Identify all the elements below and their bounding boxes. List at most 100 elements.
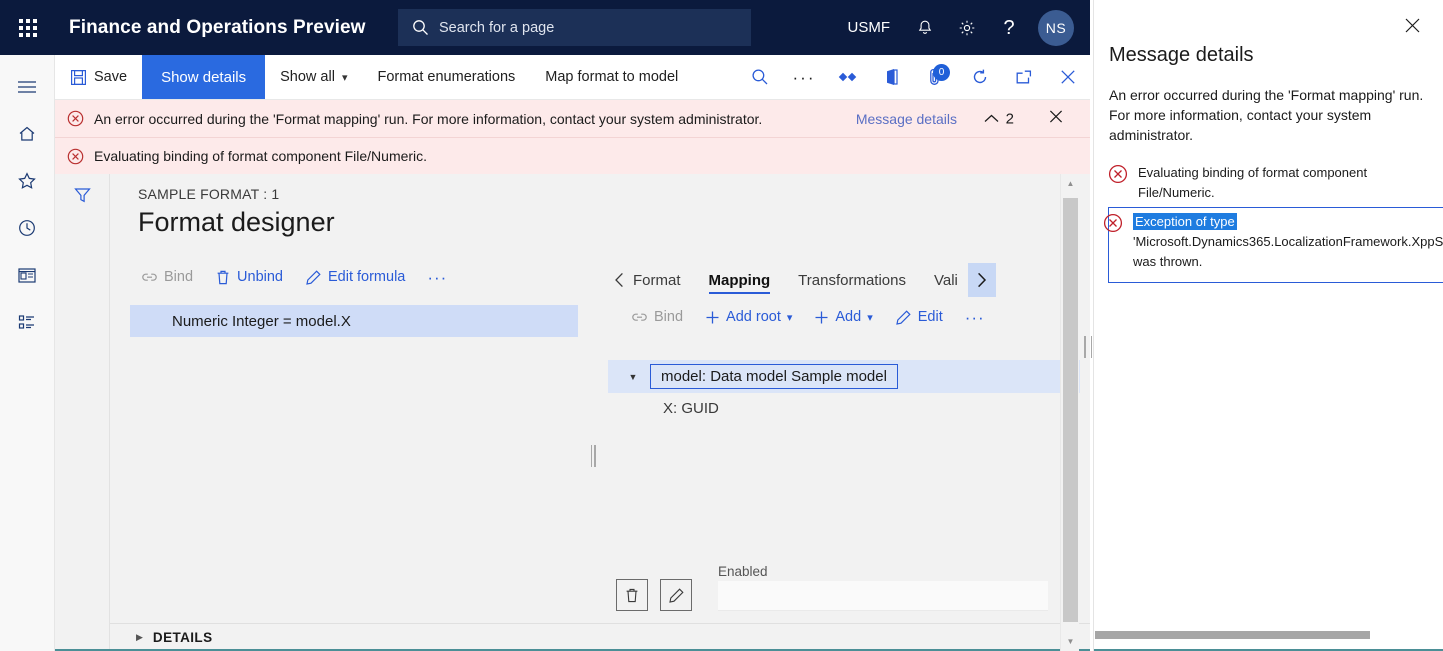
enabled-input[interactable] <box>718 581 1048 611</box>
tree-row-root[interactable]: ▼ model: Data model Sample model <box>608 360 1080 393</box>
format-enumerations-button[interactable]: Format enumerations <box>362 55 530 99</box>
tab-back-format[interactable]: Format <box>608 260 695 300</box>
message-details-close-button[interactable] <box>1399 12 1425 38</box>
home-icon[interactable] <box>0 110 55 157</box>
message-row: An error occurred during the 'Format map… <box>55 100 1090 137</box>
show-all-label: Show all <box>280 69 335 85</box>
open-in-new-window-icon[interactable] <box>1002 55 1046 99</box>
save-disk-icon <box>70 69 87 86</box>
message-details-panel: Message details An error occurred during… <box>1093 0 1443 651</box>
mapping-command-bar: Bind Add root ▾ <box>598 300 1090 334</box>
scroll-down-arrow-icon[interactable]: ▼ <box>1061 632 1080 651</box>
message-details-summary: An error occurred during the 'Format map… <box>1094 67 1443 145</box>
unbind-label: Unbind <box>237 269 283 285</box>
bell-icon[interactable] <box>904 0 946 55</box>
unbind-button[interactable]: Unbind <box>204 269 294 286</box>
tree-root-label[interactable]: model: Data model Sample model <box>650 364 898 389</box>
save-button[interactable]: Save <box>55 55 142 99</box>
overflow-ellipsis-icon[interactable]: ··· <box>782 55 826 99</box>
attachments-icon[interactable]: 0 <box>914 55 958 99</box>
mapping-edit-label: Edit <box>918 309 943 325</box>
waffle-icon[interactable] <box>0 0 55 55</box>
mapping-bottom-tools: Enabled <box>616 564 1048 611</box>
scroll-up-arrow-icon[interactable]: ▲ <box>1061 174 1080 193</box>
details-label: DETAILS <box>153 630 213 645</box>
add-root-label: Add root <box>726 309 781 325</box>
close-icon <box>1048 108 1064 124</box>
page-splitter-grip[interactable] <box>1084 336 1092 358</box>
close-icon <box>1403 16 1422 35</box>
expand-collapse-triangle-icon[interactable]: ▼ <box>616 372 650 382</box>
modules-list-icon[interactable] <box>0 298 55 345</box>
error-circle-icon <box>67 148 84 165</box>
scrollbar-thumb[interactable] <box>1063 198 1078 622</box>
message-text: Evaluating binding of format component F… <box>94 148 427 164</box>
tree-row-child[interactable]: X: GUID <box>608 393 1080 423</box>
mapping-overflow-button[interactable]: ··· <box>954 309 996 326</box>
chevron-down-icon: ▾ <box>867 311 873 324</box>
search-icon[interactable] <box>738 55 782 99</box>
edit-button[interactable] <box>660 579 692 611</box>
help-icon[interactable]: ? <box>988 0 1030 55</box>
delete-button[interactable] <box>616 579 648 611</box>
refresh-icon[interactable] <box>958 55 1002 99</box>
mapping-edit-button[interactable]: Edit <box>884 309 954 326</box>
format-pane-command-bar: Bind Unbind Edit formula <box>110 260 588 294</box>
format-formula-row[interactable]: Numeric Integer = model.X <box>130 305 578 337</box>
tab-validations[interactable]: Vali <box>920 260 966 300</box>
message-detail-text: Evaluating binding of format component F… <box>1138 163 1443 203</box>
recent-clock-icon[interactable] <box>0 204 55 251</box>
add-button[interactable]: Add ▾ <box>803 309 883 325</box>
add-root-button[interactable]: Add root ▾ <box>694 309 803 325</box>
page-content: SAMPLE FORMAT : 1 Format designer Bind <box>55 174 1090 651</box>
message-detail-item-selected[interactable]: Exception of type 'Microsoft.Dynamics365… <box>1108 207 1443 283</box>
open-in-office-icon[interactable] <box>870 55 914 99</box>
edit-formula-button[interactable]: Edit formula <box>294 269 416 286</box>
message-details-list: Evaluating binding of format component F… <box>1108 159 1443 283</box>
bind-label: Bind <box>164 269 193 285</box>
plus-icon <box>814 310 829 325</box>
pane-splitter[interactable] <box>588 260 598 651</box>
details-section-header[interactable]: ▶ DETAILS <box>110 623 1090 651</box>
message-count-toggle[interactable]: 2 <box>984 110 1014 127</box>
tab-mapping[interactable]: Mapping <box>695 260 785 300</box>
expand-triangle-icon[interactable]: ▶ <box>136 632 143 643</box>
message-details-horizontal-scrollbar[interactable] <box>1094 631 1443 639</box>
office-share-icon[interactable] <box>826 55 870 99</box>
top-nav-right-group: USMF ? NS <box>834 0 1091 55</box>
message-details-link[interactable]: Message details <box>856 111 957 127</box>
plus-icon <box>705 310 720 325</box>
mapping-bind-label: Bind <box>654 309 683 325</box>
selected-text-highlight: Exception of type <box>1133 213 1237 230</box>
breadcrumb: SAMPLE FORMAT : 1 <box>110 174 1090 202</box>
message-detail-exception-text: Exception of type 'Microsoft.Dynamics365… <box>1133 212 1443 272</box>
filter-icon[interactable] <box>73 186 92 651</box>
delete-trash-icon <box>624 587 640 604</box>
format-overflow-button[interactable]: ··· <box>416 269 458 286</box>
left-navigation-rail <box>0 55 55 651</box>
message-bar: An error occurred during the 'Format map… <box>55 100 1090 174</box>
show-all-button[interactable]: Show all ▾ <box>265 55 362 99</box>
page-vertical-scrollbar[interactable]: ▲ ▼ <box>1060 174 1079 651</box>
mapping-bind-button[interactable]: Bind <box>620 309 694 325</box>
edit-pencil-icon <box>668 587 685 604</box>
close-icon[interactable] <box>1046 55 1090 99</box>
favorites-star-icon[interactable] <box>0 157 55 204</box>
message-bar-close-button[interactable] <box>1048 108 1064 129</box>
tab-scroll-right-button[interactable] <box>968 263 996 297</box>
message-detail-item[interactable]: Evaluating binding of format component F… <box>1108 159 1443 207</box>
scrollbar-thumb[interactable] <box>1095 631 1370 639</box>
avatar[interactable]: NS <box>1038 10 1074 46</box>
hamburger-menu-icon[interactable] <box>0 63 55 110</box>
show-details-button[interactable]: Show details <box>142 55 265 99</box>
exception-type-line: 'Microsoft.Dynamics365.LocalizationFrame… <box>1133 232 1443 252</box>
tab-transformations[interactable]: Transformations <box>784 260 920 300</box>
workspaces-icon[interactable] <box>0 251 55 298</box>
search-input[interactable]: Search for a page <box>398 9 751 46</box>
map-format-to-model-button[interactable]: Map format to model <box>530 55 693 99</box>
bind-link-icon <box>141 270 158 285</box>
gear-icon[interactable] <box>946 0 988 55</box>
message-count: 2 <box>1006 110 1014 127</box>
company-selector[interactable]: USMF <box>834 19 905 36</box>
bind-button[interactable]: Bind <box>130 269 204 285</box>
